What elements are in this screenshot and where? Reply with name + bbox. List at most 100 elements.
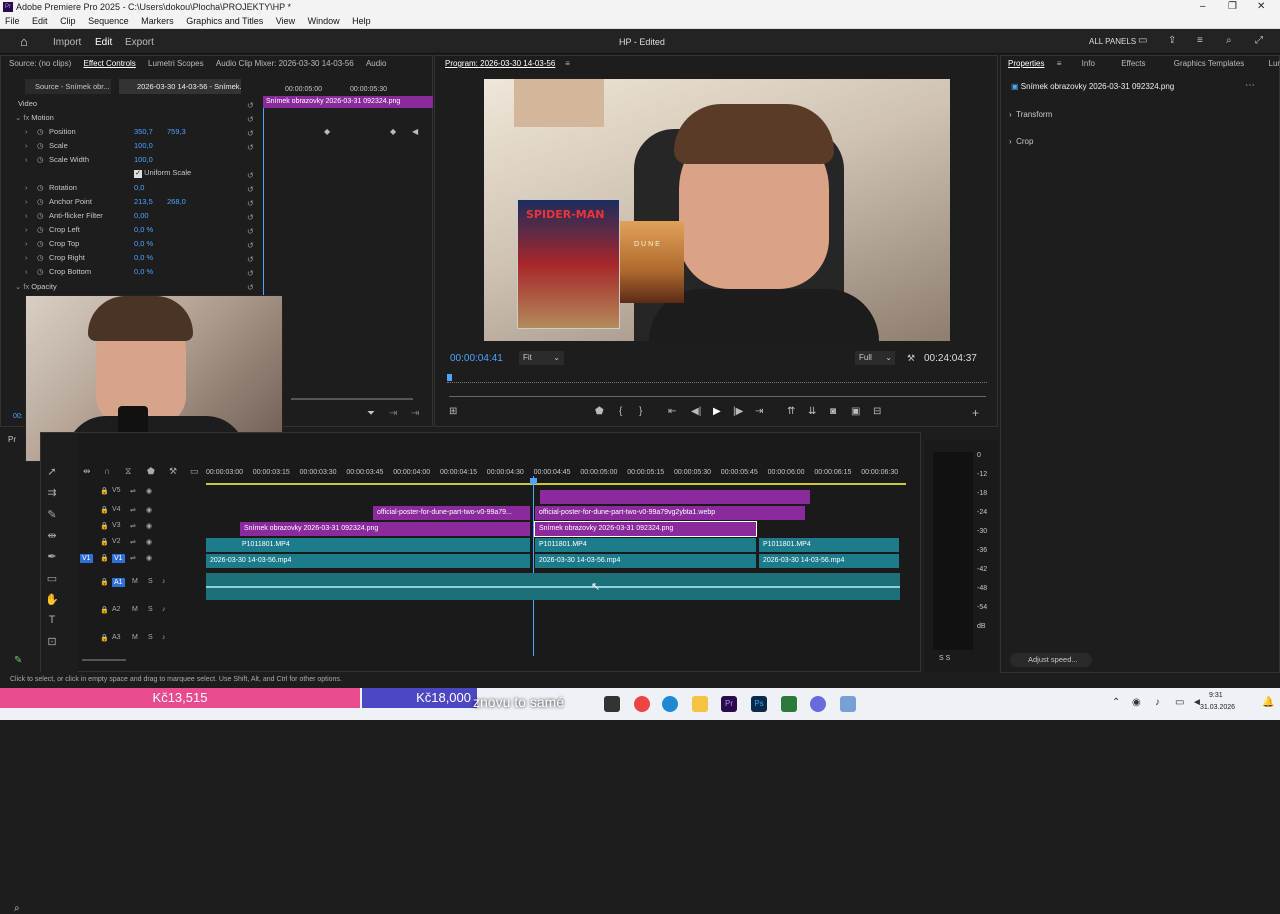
- stopwatch-icon[interactable]: ◷: [37, 223, 44, 237]
- selection-tool-icon[interactable]: ➚: [44, 465, 60, 481]
- effect-prop-row[interactable]: › ◷ Rotation 0,0: [25, 181, 265, 195]
- dune-poster[interactable]: DUNE: [620, 221, 684, 303]
- effect-prop-row[interactable]: › ◷ Anti-flicker Filter 0,00: [25, 209, 265, 223]
- lumetri-tab[interactable]: Lumetri Scopes: [148, 59, 204, 68]
- track-header[interactable]: 🔒 V4 ⇌ ◉: [80, 506, 205, 522]
- minimize-button[interactable]: –: [1200, 1, 1206, 12]
- home-icon[interactable]: ⌂: [20, 34, 28, 49]
- track-header[interactable]: 🔒 A1 M S ♪: [80, 578, 205, 594]
- lock-icon[interactable]: 🔒: [100, 538, 109, 546]
- maximize-button[interactable]: ❐: [1228, 1, 1237, 12]
- lumetri-short-tab[interactable]: Lume: [1269, 59, 1280, 68]
- link-icon[interactable]: ∩: [104, 466, 110, 476]
- expand-icon[interactable]: ›: [25, 237, 28, 251]
- menu-view[interactable]: View: [276, 15, 295, 28]
- export-frame-icon[interactable]: ⇥: [411, 408, 419, 419]
- v1-clip-b[interactable]: 2026-03-30 14-03-56.mp4: [535, 554, 756, 568]
- all-panels-button[interactable]: ALL PANELS: [1089, 37, 1136, 46]
- effect-prop-row[interactable]: › ◷ Position 350,7 759,3: [25, 125, 265, 139]
- menu-help[interactable]: Help: [352, 15, 371, 28]
- menu-clip[interactable]: Clip: [60, 15, 76, 28]
- lock-icon[interactable]: 🔒: [100, 578, 109, 586]
- step-back-icon[interactable]: ◀|: [691, 406, 701, 417]
- opacity-row[interactable]: ⌄ fx Opacity: [15, 282, 57, 291]
- v1-clip-a[interactable]: 2026-03-30 14-03-56.mp4: [206, 554, 530, 568]
- uniform-scale-checkbox[interactable]: ✓ Uniform Scale: [134, 168, 191, 178]
- program-scrubber[interactable]: [447, 375, 987, 383]
- stopwatch-icon[interactable]: ◷: [37, 181, 44, 195]
- tray-chevron-icon[interactable]: ⌃: [1112, 697, 1120, 708]
- share-icon[interactable]: ⇪: [1168, 35, 1176, 46]
- taskview-icon[interactable]: [604, 696, 620, 712]
- motion-row[interactable]: ⌄ fx Motion: [15, 113, 54, 122]
- track-label[interactable]: A3: [112, 634, 121, 641]
- track-header[interactable]: 🔒 V5 ⇌ ◉: [80, 487, 205, 503]
- playhead-handle[interactable]: [530, 478, 537, 484]
- compare-icon[interactable]: ▣: [851, 406, 860, 417]
- network-icon[interactable]: ▭: [1175, 697, 1184, 708]
- settings-icon[interactable]: ⊞: [449, 406, 457, 417]
- source-patch[interactable]: V1: [80, 554, 93, 563]
- export-icon[interactable]: ⇥: [389, 408, 397, 419]
- sync-icon[interactable]: ⇌: [130, 506, 136, 514]
- clock-date[interactable]: 31.03.2026: [1200, 704, 1235, 711]
- track-label[interactable]: A2: [112, 606, 121, 613]
- pen-icon[interactable]: ✒: [44, 550, 60, 566]
- lock-icon[interactable]: 🔒: [100, 487, 109, 495]
- program-video[interactable]: SPIDER-MAN DUNE: [484, 79, 950, 341]
- mic-icon[interactable]: ♪: [1155, 697, 1160, 708]
- caption-icon[interactable]: ⊡: [44, 635, 60, 651]
- stopwatch-icon[interactable]: ◷: [37, 153, 44, 167]
- solo-icon[interactable]: S: [148, 606, 153, 613]
- expand-icon[interactable]: ›: [25, 195, 28, 209]
- search-icon[interactable]: ⌕: [1226, 35, 1232, 46]
- program-playhead[interactable]: [447, 374, 452, 381]
- expand-icon[interactable]: ›: [25, 223, 28, 237]
- eye-icon[interactable]: ◉: [146, 506, 152, 514]
- track-header[interactable]: V1 🔒 V1 ⇌ ◉: [80, 554, 205, 570]
- v4-clip-b[interactable]: official-poster-for-dune-part-two-v0-99a…: [535, 506, 805, 520]
- mute-icon[interactable]: M: [132, 634, 138, 641]
- v2-clip-a[interactable]: P1011801.MP4: [206, 538, 530, 552]
- project-tab[interactable]: Pr: [8, 435, 16, 444]
- track-label[interactable]: V4: [112, 506, 121, 513]
- prop-value-1[interactable]: 0,0 %: [134, 237, 153, 251]
- stopwatch-icon[interactable]: ◷: [37, 139, 44, 153]
- program-zoom-bar[interactable]: [449, 396, 986, 397]
- expand-icon[interactable]: ›: [25, 265, 28, 279]
- track-label[interactable]: V2: [112, 538, 121, 545]
- mini-clip[interactable]: Snímek obrazovky 2026-03-31 092324.png: [263, 96, 433, 108]
- play-icon[interactable]: ▶: [713, 406, 721, 417]
- prop-value-1[interactable]: 213,5: [134, 195, 153, 209]
- export-tab[interactable]: Export: [125, 37, 154, 48]
- prop-value-1[interactable]: 0,0: [134, 181, 144, 195]
- stopwatch-icon[interactable]: ◷: [37, 251, 44, 265]
- keyframe-icon[interactable]: ◆: [324, 127, 330, 136]
- clock-time[interactable]: 9:31: [1209, 692, 1223, 699]
- filter-icon[interactable]: ⏷: [367, 408, 375, 419]
- track-header[interactable]: 🔒 A2 M S ♪: [80, 606, 205, 622]
- discord-icon[interactable]: [810, 696, 826, 712]
- effect-prop-row[interactable]: › ◷ Crop Right 0,0 %: [25, 251, 265, 265]
- spiderman-poster[interactable]: SPIDER-MAN: [517, 199, 620, 329]
- transform-section[interactable]: › Transform: [1009, 110, 1052, 119]
- edit-tab[interactable]: Edit: [95, 37, 112, 48]
- panel-icon[interactable]: ▭: [1138, 35, 1147, 46]
- mic-icon[interactable]: ♪: [162, 606, 166, 613]
- v2-clip-c[interactable]: P1011801.MP4: [759, 538, 899, 552]
- effect-controls-tab[interactable]: Effect Controls: [83, 59, 135, 68]
- eye-icon[interactable]: ◉: [146, 487, 152, 495]
- stopwatch-icon[interactable]: ◷: [37, 195, 44, 209]
- multicam-icon[interactable]: ⊟: [873, 406, 881, 417]
- prop-value-2[interactable]: 759,3: [167, 125, 186, 139]
- prop-value-1[interactable]: 0,0 %: [134, 265, 153, 279]
- app-icon[interactable]: [781, 696, 797, 712]
- effect-prop-row[interactable]: › ◷ Scale Width 100,0: [25, 153, 265, 167]
- nav-keyframe-icon[interactable]: ◀: [412, 127, 418, 136]
- prop-value-1[interactable]: 100,0: [134, 153, 153, 167]
- add-marker-icon[interactable]: ⬟: [595, 406, 604, 417]
- notification-icon[interactable]: 🔔: [1262, 697, 1274, 708]
- prop-value-1[interactable]: 0,0 %: [134, 251, 153, 265]
- sync-icon[interactable]: ⇌: [130, 522, 136, 530]
- quality-dropdown[interactable]: Full ⌄: [855, 351, 895, 365]
